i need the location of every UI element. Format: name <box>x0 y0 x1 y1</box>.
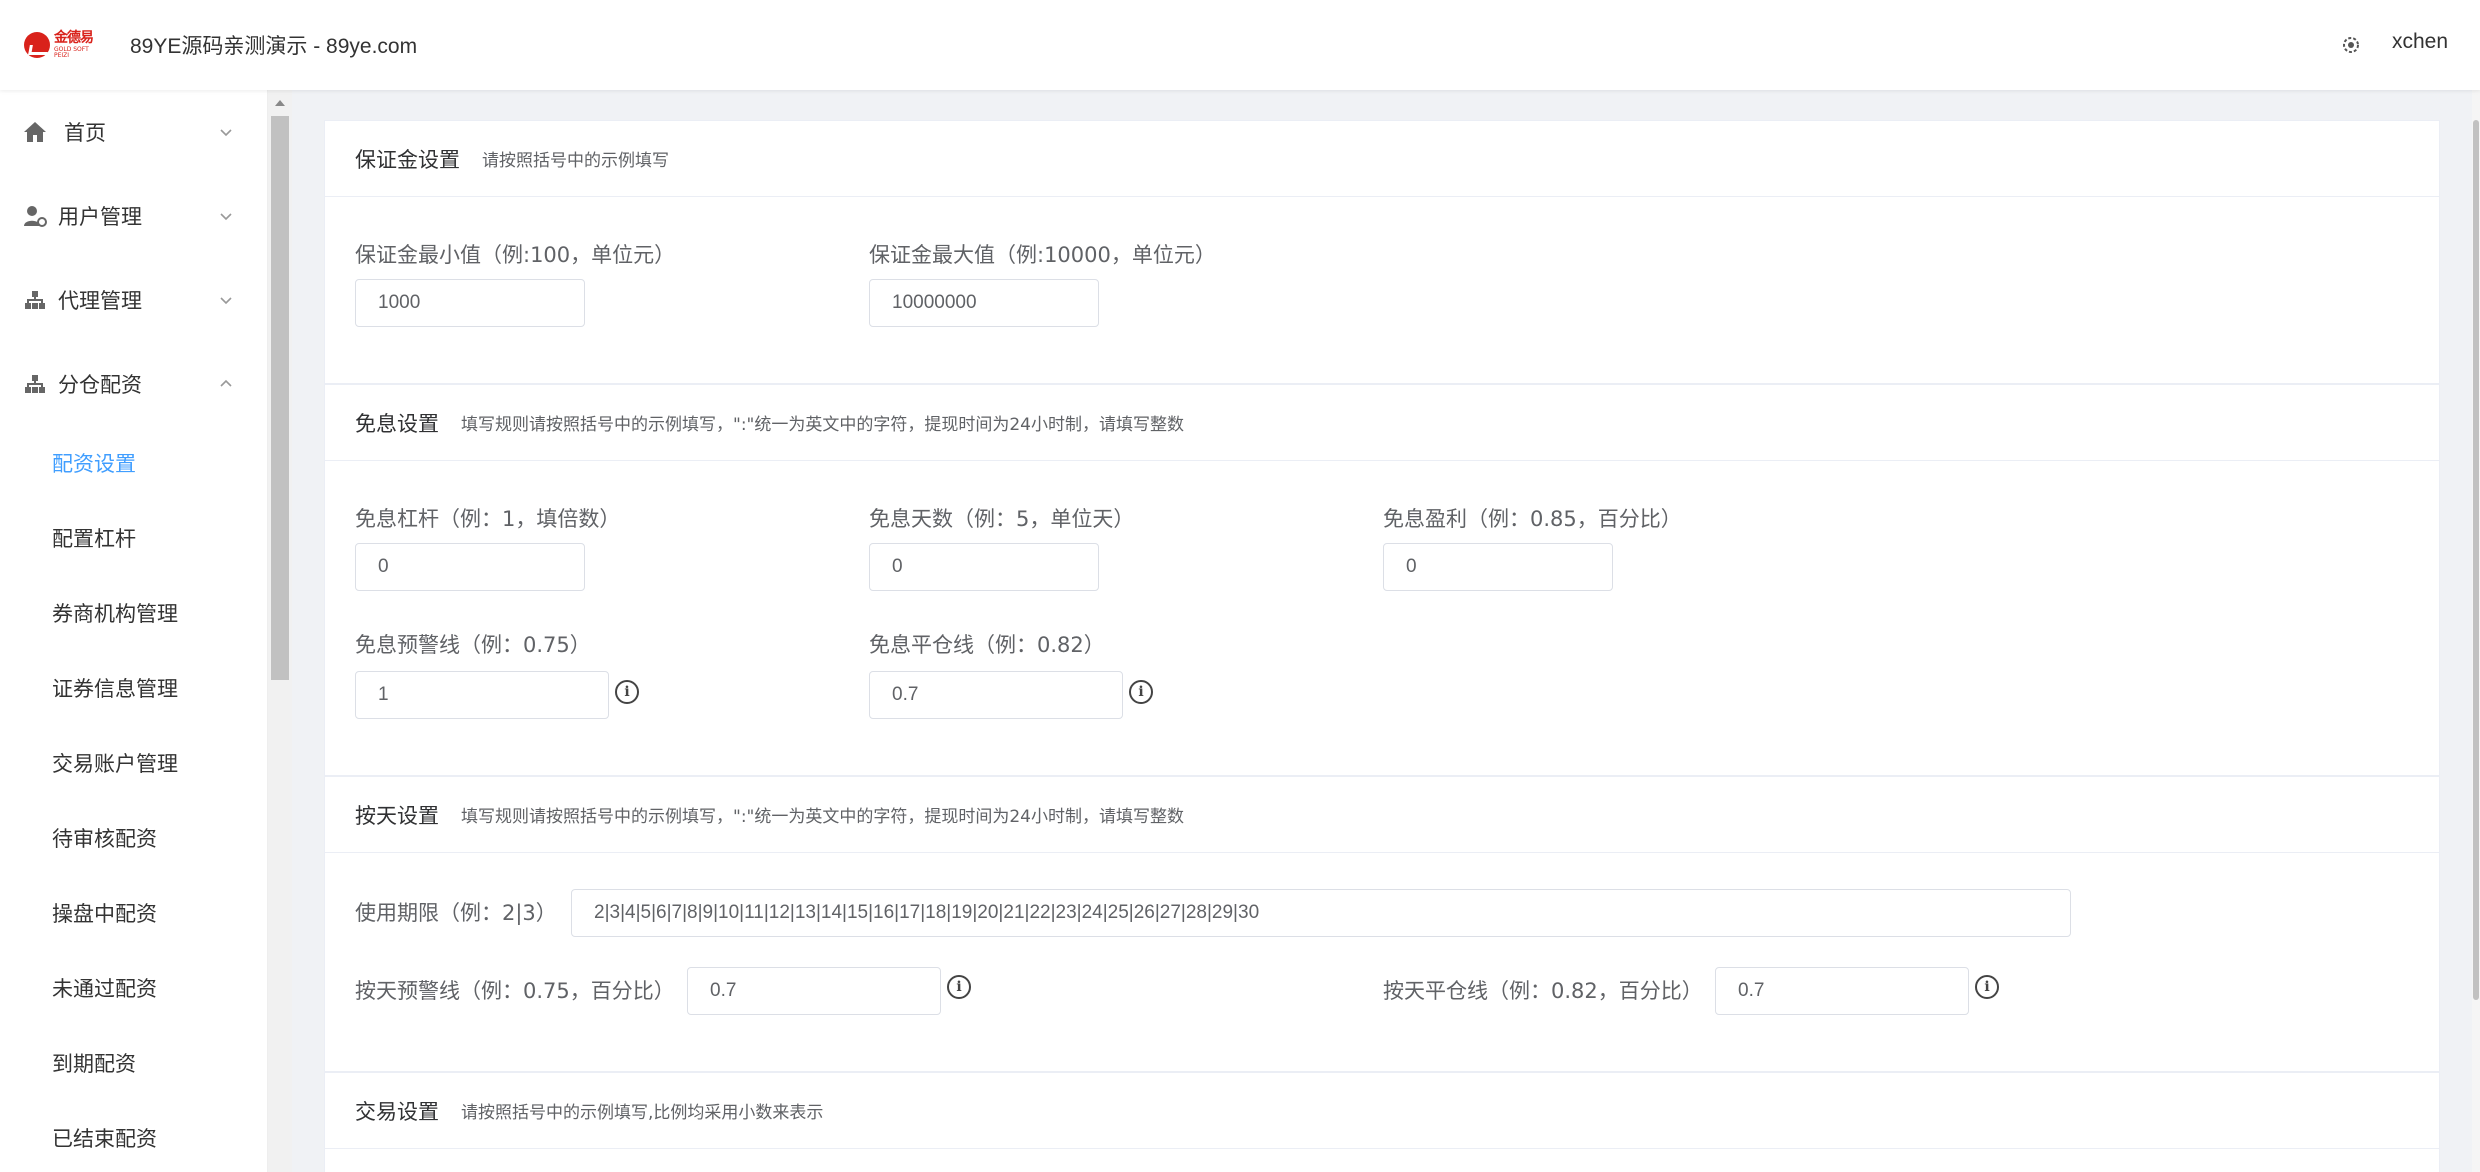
sidebar-item-label: 用户管理 <box>58 205 142 229</box>
daily-settings-card: 按天设置 填写规则请按照括号中的示例填写，":"统一为英文中的字符，提现时间为2… <box>324 776 2440 1072</box>
sidebar-subitem-rejected[interactable]: 未通过配资 <box>52 974 157 1004</box>
card-header: 保证金设置 请按照括号中的示例填写 <box>325 121 2439 197</box>
info-icon[interactable]: i <box>1129 680 1153 704</box>
org-chart-icon <box>22 287 48 313</box>
free-interest-settings-card: 免息设置 填写规则请按照括号中的示例填写，":"统一为英文中的字符，提现时间为2… <box>324 384 2440 776</box>
daily-warning-input[interactable]: 0.7 <box>687 967 941 1015</box>
field-label: 免息平仓线（例：0.82） <box>869 633 1105 657</box>
info-icon[interactable]: i <box>615 680 639 704</box>
free-leverage-field: 免息杠杆（例：1，填倍数） <box>355 503 620 533</box>
card-title: 保证金设置 <box>355 147 460 172</box>
chevron-up-icon <box>218 376 234 392</box>
sidebar-subitem-in-operation[interactable]: 操盘中配资 <box>52 899 157 929</box>
chevron-down-icon <box>218 292 234 308</box>
field-label: 保证金最小值（例:100，单位元） <box>355 243 676 267</box>
card-hint: 填写规则请按照括号中的示例填写，":"统一为英文中的字符，提现时间为24小时制，… <box>461 807 1184 827</box>
field-label: 按天平仓线（例：0.82，百分比） <box>1383 979 1703 1003</box>
deposit-max-input[interactable]: 10000000 <box>869 279 1099 327</box>
sidebar-subitem-funding-settings[interactable]: 配资设置 <box>52 449 136 479</box>
org-chart-icon <box>22 371 48 397</box>
deposit-min-field: 保证金最小值（例:100，单位元） <box>355 239 675 269</box>
card-hint: 请按照括号中的示例填写 <box>482 151 669 171</box>
sidebar-item-label: 分仓配资 <box>58 373 142 397</box>
logo-text: 金德易 <box>54 30 94 46</box>
card-hint: 请按照括号中的示例填写,比例均采用小数来表示 <box>461 1103 824 1123</box>
home-icon <box>22 119 48 145</box>
field-label: 保证金最大值（例:10000，单位元） <box>869 243 1216 267</box>
free-close-field: 免息平仓线（例：0.82） <box>869 629 1105 659</box>
settings-gear-icon[interactable] <box>2340 34 2362 56</box>
card-hint: 填写规则请按照括号中的示例填写，":"统一为英文中的字符，提现时间为24小时制，… <box>461 415 1184 435</box>
field-label: 免息杠杆（例：1，填倍数） <box>355 507 621 531</box>
sidebar-subitem-leverage-config[interactable]: 配置杠杆 <box>52 524 136 554</box>
free-profit-input[interactable]: 0 <box>1383 543 1613 591</box>
field-label: 免息天数（例：5，单位天） <box>869 507 1135 531</box>
sidebar-item-agents[interactable]: 代理管理 <box>0 258 268 342</box>
user-icon <box>22 203 48 229</box>
card-header: 交易设置 请按照括号中的示例填写,比例均采用小数来表示 <box>325 1073 2439 1149</box>
sidebar-item-users[interactable]: 用户管理 <box>0 174 268 258</box>
daily-close-field: 按天平仓线（例：0.82，百分比） <box>1383 975 1703 1005</box>
daily-warning-field: 按天预警线（例：0.75，百分比） <box>355 975 675 1005</box>
field-label: 使用期限（例：2|3） <box>355 901 557 925</box>
deposit-settings-card: 保证金设置 请按照括号中的示例填写 保证金最小值（例:100，单位元） 1000… <box>324 120 2440 384</box>
sidebar-item-label: 代理管理 <box>58 289 142 313</box>
sidebar: 首页 用户管理 代理管理 分仓配资 配资设置 配置杠杆 券商机构管理 证券信息管… <box>0 90 268 1172</box>
info-icon[interactable]: i <box>947 975 971 999</box>
scroll-up-arrow-icon[interactable] <box>275 100 285 106</box>
sidebar-item-split-funding[interactable]: 分仓配资 <box>0 342 268 426</box>
logo-chart-icon <box>24 32 50 58</box>
sidebar-subitem-pending-review[interactable]: 待审核配资 <box>52 824 157 854</box>
free-warning-input[interactable]: 1 <box>355 671 609 719</box>
free-days-input[interactable]: 0 <box>869 543 1099 591</box>
sidebar-subitem-broker-management[interactable]: 券商机构管理 <box>52 599 178 629</box>
sidebar-subitem-expired[interactable]: 到期配资 <box>52 1049 136 1079</box>
brand-logo[interactable]: 金德易 GOLD SOFT PEIZI <box>24 30 96 60</box>
deposit-max-field: 保证金最大值（例:10000，单位元） <box>869 239 1216 269</box>
chevron-down-icon <box>218 124 234 140</box>
daily-period-field: 使用期限（例：2|3） <box>355 897 557 927</box>
main-scrollbar[interactable] <box>2472 90 2480 1172</box>
chevron-down-icon <box>218 208 234 224</box>
sidebar-subitem-securities-info[interactable]: 证券信息管理 <box>52 674 178 704</box>
free-close-input[interactable]: 0.7 <box>869 671 1123 719</box>
field-label: 按天预警线（例：0.75，百分比） <box>355 979 675 1003</box>
sidebar-scrollbar-thumb[interactable] <box>271 116 289 680</box>
sidebar-scrollbar[interactable] <box>268 90 292 1172</box>
logo-subtext: GOLD SOFT PEIZI <box>54 46 89 59</box>
free-warning-field: 免息预警线（例：0.75） <box>355 629 591 659</box>
field-label: 免息预警线（例：0.75） <box>355 633 591 657</box>
main-scrollbar-thumb[interactable] <box>2473 120 2479 1000</box>
daily-close-input[interactable]: 0.7 <box>1715 967 1969 1015</box>
card-title: 免息设置 <box>355 411 439 436</box>
user-name[interactable]: xchen <box>2392 30 2448 54</box>
top-header: 金德易 GOLD SOFT PEIZI 89YE源码亲测演示 - 89ye.co… <box>0 0 2480 90</box>
trade-settings-card: 交易设置 请按照括号中的示例填写,比例均采用小数来表示 <box>324 1072 2440 1172</box>
sidebar-item-label: 首页 <box>64 121 106 145</box>
card-title: 交易设置 <box>355 1099 439 1124</box>
sidebar-item-home[interactable]: 首页 <box>0 90 268 174</box>
info-icon[interactable]: i <box>1975 975 1999 999</box>
deposit-min-input[interactable]: 1000 <box>355 279 585 327</box>
free-days-field: 免息天数（例：5，单位天） <box>869 503 1134 533</box>
daily-period-input[interactable]: 2|3|4|5|6|7|8|9|10|11|12|13|14|15|16|17|… <box>571 889 2071 937</box>
card-title: 按天设置 <box>355 803 439 828</box>
field-label: 免息盈利（例：0.85，百分比） <box>1383 507 1682 531</box>
free-leverage-input[interactable]: 0 <box>355 543 585 591</box>
card-header: 按天设置 填写规则请按照括号中的示例填写，":"统一为英文中的字符，提现时间为2… <box>325 777 2439 853</box>
sidebar-subitem-finished[interactable]: 已结束配资 <box>52 1124 157 1154</box>
site-title: 89YE源码亲测演示 - 89ye.com <box>130 35 418 58</box>
sidebar-subitem-trading-accounts[interactable]: 交易账户管理 <box>52 749 178 779</box>
free-profit-field: 免息盈利（例：0.85，百分比） <box>1383 503 1682 533</box>
card-header: 免息设置 填写规则请按照括号中的示例填写，":"统一为英文中的字符，提现时间为2… <box>325 385 2439 461</box>
